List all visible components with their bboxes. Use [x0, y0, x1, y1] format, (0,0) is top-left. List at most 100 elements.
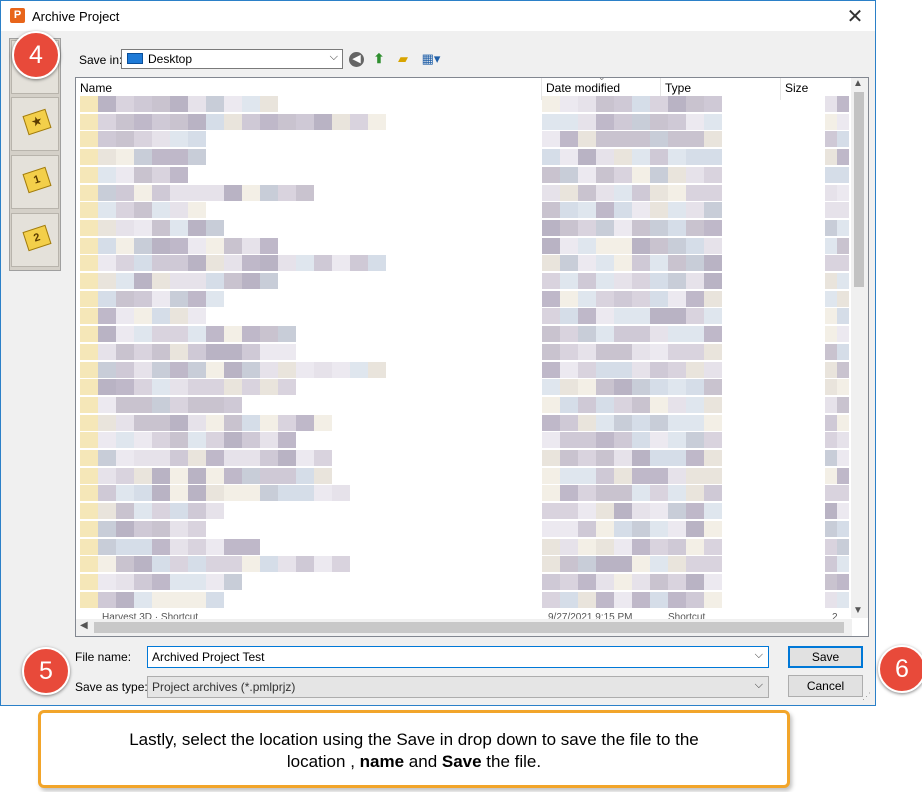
obscured-pixel — [152, 237, 170, 254]
file-row[interactable] — [80, 396, 850, 413]
file-row[interactable] — [80, 290, 850, 307]
file-row[interactable] — [80, 467, 850, 484]
file-row[interactable] — [80, 432, 850, 449]
file-row[interactable] — [80, 414, 850, 431]
file-row[interactable] — [80, 326, 850, 343]
file-row[interactable] — [80, 237, 850, 254]
obscured-pixel — [578, 556, 596, 573]
file-row[interactable] — [80, 273, 850, 289]
file-row[interactable] — [80, 202, 850, 219]
file-row[interactable] — [80, 573, 850, 590]
file-row[interactable] — [80, 450, 850, 466]
obscured-pixel — [614, 326, 632, 343]
obscured-pixel — [578, 361, 596, 378]
file-row[interactable] — [80, 184, 850, 201]
obscured-pixel — [296, 556, 314, 573]
resize-grip-icon[interactable]: ⋰ — [862, 691, 871, 702]
file-row[interactable] — [80, 591, 850, 608]
obscured-pixel — [632, 573, 650, 590]
obscured-pixel — [80, 450, 98, 466]
new-folder-icon[interactable]: ▰ — [394, 51, 412, 67]
obscured-pixel — [614, 255, 632, 272]
save-as-type-dropdown[interactable]: Project archives (*.pmlprjz) ⌵ — [147, 676, 769, 698]
file-row[interactable] — [80, 113, 850, 130]
obscured-pixel — [668, 520, 686, 537]
obscured-pixel — [837, 273, 849, 289]
file-row[interactable] — [80, 219, 850, 236]
file-row[interactable] — [80, 520, 850, 537]
cancel-button[interactable]: Cancel — [788, 675, 863, 697]
obscured-pixel — [98, 149, 116, 166]
obscured-pixel — [560, 113, 578, 130]
obscured-pixel — [152, 591, 170, 608]
obscured-pixel — [825, 503, 837, 520]
horizontal-scrollbar[interactable]: ◀ — [76, 619, 852, 636]
file-row[interactable] — [80, 485, 850, 502]
back-icon[interactable]: ◀ — [349, 52, 364, 67]
save-button[interactable]: Save — [788, 646, 863, 668]
obscured-pixel — [134, 503, 152, 520]
obscured-pixel — [188, 538, 206, 555]
close-icon[interactable]: ✕ — [843, 4, 867, 29]
file-name-input[interactable]: Archived Project Test ⌵ — [147, 646, 769, 668]
file-row[interactable] — [80, 149, 850, 166]
save-in-dropdown[interactable]: Desktop ⌵ — [121, 49, 343, 69]
file-row[interactable] — [80, 255, 850, 272]
obscured-pixel — [704, 538, 722, 555]
title-bar: P Archive Project ✕ — [1, 1, 875, 31]
obscured-pixel — [350, 113, 368, 130]
file-row[interactable] — [80, 96, 850, 112]
obscured-pixel — [98, 96, 116, 112]
obscured-pixel — [668, 361, 686, 378]
obscured-pixel — [686, 308, 704, 325]
obscured-pixel — [314, 255, 332, 272]
obscured-pixel — [116, 255, 134, 272]
obscured-pixel — [668, 538, 686, 555]
obscured-pixel — [188, 396, 206, 413]
obscured-pixel — [542, 485, 560, 502]
file-row[interactable] — [80, 343, 850, 360]
obscured-pixel — [314, 414, 332, 431]
obscured-pixel — [704, 255, 722, 272]
scroll-left-icon[interactable]: ◀ — [80, 620, 88, 631]
file-row[interactable] — [80, 503, 850, 520]
file-row[interactable] — [80, 379, 850, 396]
obscured-pixel — [260, 450, 278, 466]
obscured-pixel — [542, 290, 560, 307]
file-row[interactable] — [80, 308, 850, 325]
file-row[interactable] — [80, 556, 850, 573]
vertical-scroll-thumb[interactable] — [854, 92, 864, 287]
obscured-pixel — [98, 432, 116, 449]
chevron-down-icon[interactable]: ⌵ — [755, 649, 763, 662]
file-row[interactable] — [80, 538, 850, 555]
obscured-pixel — [170, 485, 188, 502]
obscured-pixel — [837, 237, 849, 254]
scroll-up-icon[interactable]: ▲ — [853, 78, 863, 89]
up-folder-icon[interactable]: ⬆ — [370, 51, 388, 67]
file-row[interactable] — [80, 361, 850, 378]
file-row[interactable] — [80, 131, 850, 148]
obscured-pixel — [578, 485, 596, 502]
obscured-pixel — [152, 96, 170, 112]
place-4-button[interactable]: 2 — [11, 213, 59, 267]
obscured-pixel — [116, 591, 134, 608]
obscured-pixel — [560, 131, 578, 148]
place-2-button[interactable]: ★ — [11, 97, 59, 151]
obscured-pixel — [296, 113, 314, 130]
obscured-pixel — [596, 131, 614, 148]
file-list[interactable]: Name ⌄ Date modified Type Size Harvest 3… — [75, 77, 869, 637]
obscured-pixel — [596, 219, 614, 236]
scroll-down-icon[interactable]: ▼ — [853, 605, 863, 616]
obscured-pixel — [614, 503, 632, 520]
file-row[interactable] — [80, 166, 850, 183]
obscured-pixel — [825, 591, 837, 608]
views-menu-icon[interactable]: ▦▾ — [418, 51, 444, 67]
obscured-pixel — [596, 326, 614, 343]
obscured-pixel — [152, 503, 170, 520]
vertical-scrollbar[interactable]: ▲ ▼ — [851, 78, 868, 618]
place-3-button[interactable]: 1 — [11, 155, 59, 209]
obscured-pixel — [134, 290, 152, 307]
obscured-pixel — [560, 573, 578, 590]
obscured-pixel — [116, 432, 134, 449]
horizontal-scroll-thumb[interactable] — [94, 622, 844, 633]
